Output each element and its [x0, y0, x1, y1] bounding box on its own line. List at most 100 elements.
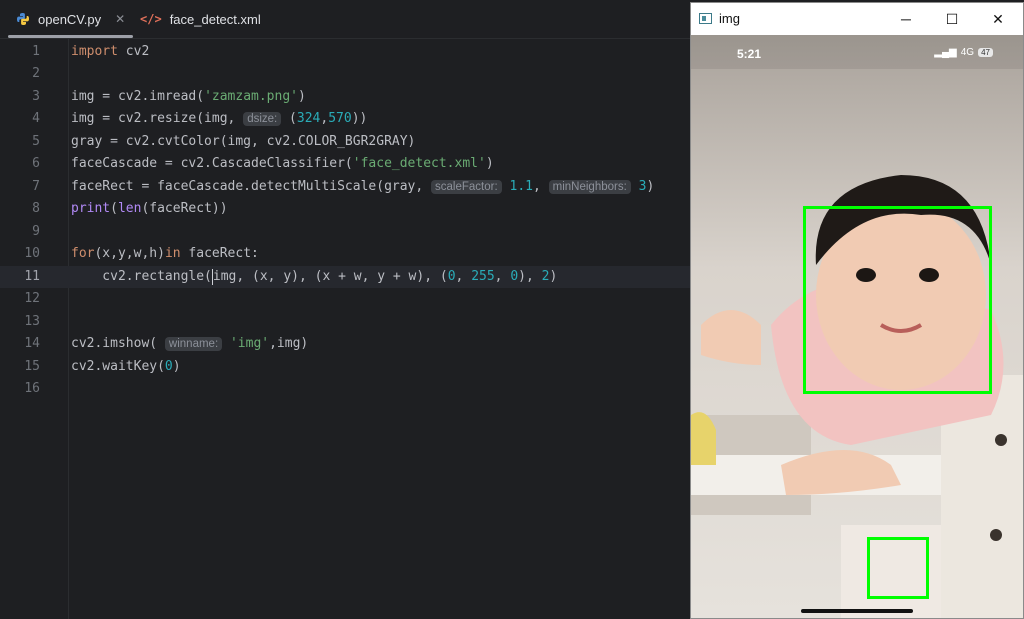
- tab-label: face_detect.xml: [169, 11, 261, 27]
- code-token: ),: [518, 269, 542, 284]
- line-number: 11: [24, 269, 40, 284]
- code-token: cv2.waitKey(: [71, 359, 165, 374]
- code-line[interactable]: 1 import cv2: [0, 41, 700, 63]
- code-line[interactable]: 4 img = cv2.resize(img, dsize: (324,570)): [0, 108, 700, 130]
- image-window-titlebar[interactable]: img ─ ☐ ✕: [691, 3, 1023, 35]
- code-token: in: [164, 246, 181, 261]
- line-number: 6: [32, 156, 40, 171]
- code-token: ): [297, 89, 306, 104]
- code-token: img = cv2.imread(: [71, 89, 205, 104]
- code-token: )): [351, 111, 368, 126]
- code-token: ): [172, 359, 181, 374]
- close-tab-icon[interactable]: ✕: [115, 12, 125, 26]
- code-token: (faceRect)): [141, 201, 228, 216]
- code-token: gray = cv2.cvtColor(img, cv2.COLOR_BGR2G…: [71, 134, 416, 149]
- window-title: img: [719, 11, 740, 26]
- code-token: 324: [296, 111, 321, 126]
- code-token: 0: [510, 269, 519, 284]
- code-token: (x,y,w,h): [94, 246, 165, 261]
- code-token: print: [71, 201, 111, 216]
- code-token: 'face_detect.xml': [352, 156, 486, 171]
- code-token: 'zamzam.png': [204, 89, 298, 104]
- code-token: 255: [471, 269, 495, 284]
- face-detection-box: [803, 206, 992, 394]
- code-line[interactable]: 9: [0, 221, 700, 243]
- line-number: 7: [32, 179, 40, 194]
- code-line[interactable]: 15 cv2.waitKey(0): [0, 356, 700, 378]
- signal-icon: ▂▄▆: [934, 47, 957, 58]
- code-token: img, (x, y), (x + w, y + w), (: [212, 269, 448, 284]
- code-token: for: [71, 246, 95, 261]
- line-number: 8: [32, 201, 40, 216]
- code-token: faceRect = faceCascade.detectMultiScale(…: [71, 179, 432, 194]
- code-token: len: [117, 201, 142, 216]
- code-line[interactable]: 10 for(x,y,w,h)in faceRect:: [0, 243, 700, 265]
- phone-status-bar: 5:21 ▂▄▆ 4G 47: [691, 35, 1023, 69]
- code-token: ,: [494, 269, 511, 284]
- inlay-hint: winname:: [164, 337, 223, 351]
- line-number: 12: [24, 291, 40, 306]
- code-line-current[interactable]: 11 cv2.rectangle(img, (x, y), (x + w, y …: [0, 266, 700, 288]
- code-line[interactable]: 14 cv2.imshow( winname: 'img',img): [0, 333, 700, 355]
- code-line[interactable]: 2: [0, 63, 700, 85]
- editor-tab-bar: openCV.py ✕ </> face_detect.xml: [0, 0, 700, 39]
- line-number: 10: [24, 246, 40, 261]
- tab-label: openCV.py: [38, 11, 102, 27]
- line-number: 9: [32, 224, 40, 239]
- code-token: (: [110, 201, 118, 216]
- line-number: 2: [32, 66, 40, 81]
- code-token: img = cv2.resize(img,: [71, 111, 244, 126]
- line-number: 3: [32, 89, 40, 104]
- code-token: 0: [164, 359, 173, 374]
- code-token: import: [71, 44, 118, 59]
- minimize-button[interactable]: ─: [883, 3, 929, 35]
- line-number: 14: [24, 336, 40, 351]
- status-time: 5:21: [737, 47, 762, 61]
- xml-file-icon: </>: [140, 12, 162, 26]
- code-token: (: [281, 111, 297, 126]
- image-window[interactable]: img ─ ☐ ✕ 5:21 ▂▄▆ 4G 47: [690, 2, 1024, 619]
- code-token: ): [549, 269, 558, 284]
- line-number: 13: [24, 314, 40, 329]
- tab-opencv-py[interactable]: openCV.py ✕: [4, 0, 137, 38]
- code-line[interactable]: 13: [0, 311, 700, 333]
- battery-icon: 47: [978, 48, 993, 57]
- code-line[interactable]: 16: [0, 378, 700, 400]
- code-line[interactable]: 7 faceRect = faceCascade.detectMultiScale…: [0, 176, 700, 198]
- window-app-icon: [699, 13, 712, 24]
- face-detection-box: [867, 537, 929, 599]
- code-token: faceCascade = cv2.CascadeClassifier(: [71, 156, 353, 171]
- code-token: 'img': [229, 336, 270, 351]
- code-token: 1.1: [509, 179, 533, 194]
- code-line[interactable]: 6 faceCascade = cv2.CascadeClassifier('fa…: [0, 153, 700, 175]
- line-number: 5: [32, 134, 40, 149]
- line-number: 15: [24, 359, 40, 374]
- code-token: 0: [447, 269, 456, 284]
- code-token: ,img): [269, 336, 309, 351]
- code-token: ): [485, 156, 494, 171]
- network-label: 4G: [960, 47, 975, 58]
- close-button[interactable]: ✕: [975, 3, 1021, 35]
- displayed-photo: 5:21 ▂▄▆ 4G 47: [691, 35, 1023, 618]
- code-token: cv2.rectangle(: [71, 269, 212, 284]
- code-token: ,: [455, 269, 472, 284]
- maximize-button[interactable]: ☐: [929, 3, 975, 35]
- line-number: 16: [24, 381, 40, 396]
- code-token: cv2: [117, 44, 150, 59]
- inlay-hint: minNeighbors:: [548, 180, 631, 194]
- code-editor[interactable]: 1 import cv2 2 3 img = cv2.imread('zamzam.…: [0, 39, 700, 619]
- code-line[interactable]: 8 print(len(faceRect)): [0, 198, 700, 220]
- code-token: cv2.imshow(: [71, 336, 165, 351]
- tab-face-detect-xml[interactable]: </> face_detect.xml: [128, 0, 273, 38]
- code-token: ): [646, 179, 655, 194]
- code-line[interactable]: 12: [0, 288, 700, 310]
- inlay-hint: dsize:: [243, 112, 282, 126]
- code-line[interactable]: 3 img = cv2.imread('zamzam.png'): [0, 86, 700, 108]
- line-number: 4: [32, 111, 40, 126]
- python-file-icon: [16, 12, 30, 26]
- code-token: 570: [328, 111, 352, 126]
- code-line[interactable]: 5 gray = cv2.cvtColor(img, cv2.COLOR_BGR2…: [0, 131, 700, 153]
